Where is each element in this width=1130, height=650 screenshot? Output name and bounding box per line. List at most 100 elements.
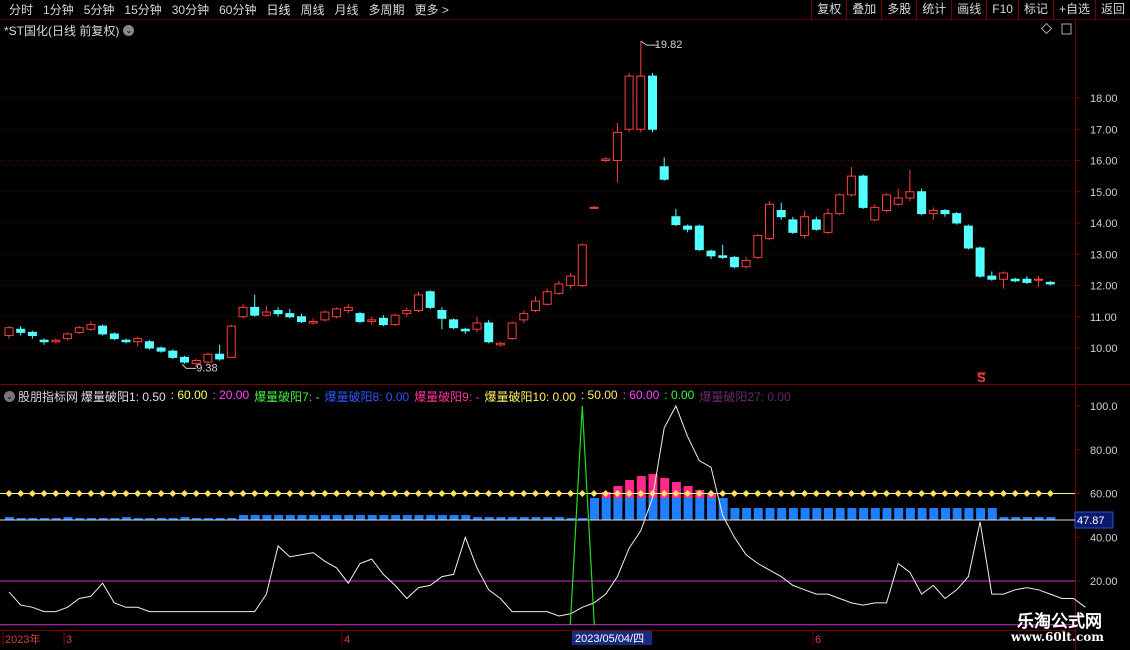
level-diamond-80 [941, 489, 949, 498]
level-diamond-6 [75, 489, 83, 498]
level-diamond-49 [578, 489, 586, 498]
volume-bar-36 [426, 515, 436, 521]
candle-body-60 [706, 250, 716, 257]
level-diamond-11 [134, 489, 142, 498]
candle-body-88 [1034, 278, 1044, 281]
level-diamond-33 [391, 489, 399, 498]
level-diamond-2 [28, 489, 36, 498]
volume-bar-82 [964, 508, 974, 521]
level-diamond-67 [789, 489, 797, 498]
price-axis-label-6: 12.00 [1090, 281, 1118, 293]
level-diamond-47 [555, 489, 563, 498]
time-label-0: 2023年 [5, 632, 40, 646]
legend-item-2: : 20.00 [212, 388, 250, 402]
level-diamond-8 [99, 489, 107, 498]
low-marker-line [181, 364, 197, 369]
candle-body-14 [168, 350, 178, 358]
candle-body-46 [542, 291, 552, 305]
candle-body-85 [999, 272, 1008, 280]
price-axis-label-7: 11.00 [1090, 312, 1117, 324]
level-diamond-61 [719, 489, 727, 498]
volume-bar-72 [847, 508, 857, 521]
level-diamond-76 [894, 489, 902, 498]
window-toggle-icon [1061, 23, 1072, 35]
candle-body-70 [823, 213, 833, 233]
level-diamond-50 [590, 489, 598, 498]
level-diamond-64 [754, 489, 762, 498]
price-axis-label-5: 13.00 [1090, 249, 1118, 261]
volume-bar-27 [320, 515, 330, 521]
candle-body-35 [414, 294, 423, 311]
level-diamond-48 [567, 489, 575, 498]
level-diamond-78 [918, 489, 926, 498]
level-diamond-38 [450, 489, 458, 498]
level-diamond-4 [52, 489, 60, 498]
candle-body-54 [636, 75, 646, 130]
current-value-label: 47.87 [1077, 515, 1105, 527]
candle-body-71 [835, 194, 845, 215]
watermark-url: www.60lt.com [1011, 630, 1104, 644]
chart-title[interactable]: *ST国化(日线 前复权) ⌄ [4, 22, 135, 39]
candle-body-57 [671, 216, 681, 226]
candle-body-48 [566, 275, 576, 286]
level-diamond-31 [368, 489, 376, 498]
candle-body-75 [882, 194, 891, 211]
candle-body-20 [238, 306, 248, 318]
volume-bar-28 [332, 515, 342, 521]
volume-bar-77 [905, 508, 915, 521]
sell-signal-mark: S [977, 370, 986, 385]
level-diamond-37 [438, 489, 446, 498]
candle-body-66 [776, 210, 786, 218]
volume-bar-50 [590, 498, 599, 521]
candle-body-25 [297, 316, 306, 322]
level-diamond-7 [87, 489, 95, 498]
candle-body-55 [648, 75, 657, 130]
level-diamond-34 [403, 489, 411, 498]
volume-bar-29 [344, 515, 354, 521]
volume-bar-70 [824, 508, 833, 521]
level-diamond-77 [906, 489, 914, 498]
level-diamond-16 [192, 489, 200, 498]
chart-area[interactable]: 18.00 17.00 16.00 15.00 14.00 13.00 12.00 11.00… [0, 0, 1130, 650]
volume-bar-39 [461, 515, 471, 521]
volume-bar-31 [367, 515, 377, 521]
level-diamond-23 [274, 489, 282, 498]
level-diamond-86 [1011, 489, 1019, 498]
chevron-down-icon[interactable]: ⌄ [4, 391, 15, 402]
level-diamond-40 [473, 489, 481, 498]
level-diamond-88 [1035, 489, 1043, 498]
candle-body-81 [952, 213, 962, 224]
volume-bar-24 [285, 515, 295, 521]
ind-axis-label-2: 60.00 [1090, 489, 1118, 501]
level-diamond-13 [157, 489, 165, 498]
level-diamond-43 [508, 489, 516, 498]
candle-body-39 [460, 328, 470, 332]
candle-body-21 [250, 306, 260, 316]
indicator-name: 股朋指标网 [18, 390, 79, 404]
candle-body-18 [215, 353, 225, 360]
level-diamond-65 [765, 489, 774, 498]
level-diamond-3 [40, 489, 48, 498]
time-label-1: 3 [66, 634, 72, 646]
candle-body-43 [507, 322, 517, 340]
level-diamond-89 [1046, 489, 1054, 498]
candle-body-83 [975, 247, 985, 277]
volume-bar-78 [917, 508, 927, 521]
level-diamond-83 [976, 489, 984, 498]
candle-body-28 [332, 308, 342, 318]
candle-body-61 [718, 255, 728, 258]
legend-item-0: 爆量破阳1: 0.50 [81, 390, 166, 404]
volume-bar-60 [707, 498, 716, 521]
level-diamond-82 [964, 489, 972, 498]
volume-bar-69 [812, 508, 822, 521]
level-diamond-35 [414, 489, 423, 498]
chevron-down-icon[interactable]: ⌄ [123, 25, 135, 36]
level-diamond-42 [496, 489, 504, 498]
candle-body-13 [156, 347, 166, 352]
indicator-legend[interactable]: ⌄ 股朋指标网 爆量破阳1: 0.50: 60.00: 20.00 爆量破阳7: … [4, 388, 791, 405]
legend-item-3: 爆量破阳7: - [254, 390, 320, 404]
level-diamond-84 [988, 489, 996, 498]
time-label-2: 4 [344, 634, 350, 646]
level-diamond-46 [543, 489, 551, 498]
price-axis-label-4: 14.00 [1090, 218, 1118, 230]
